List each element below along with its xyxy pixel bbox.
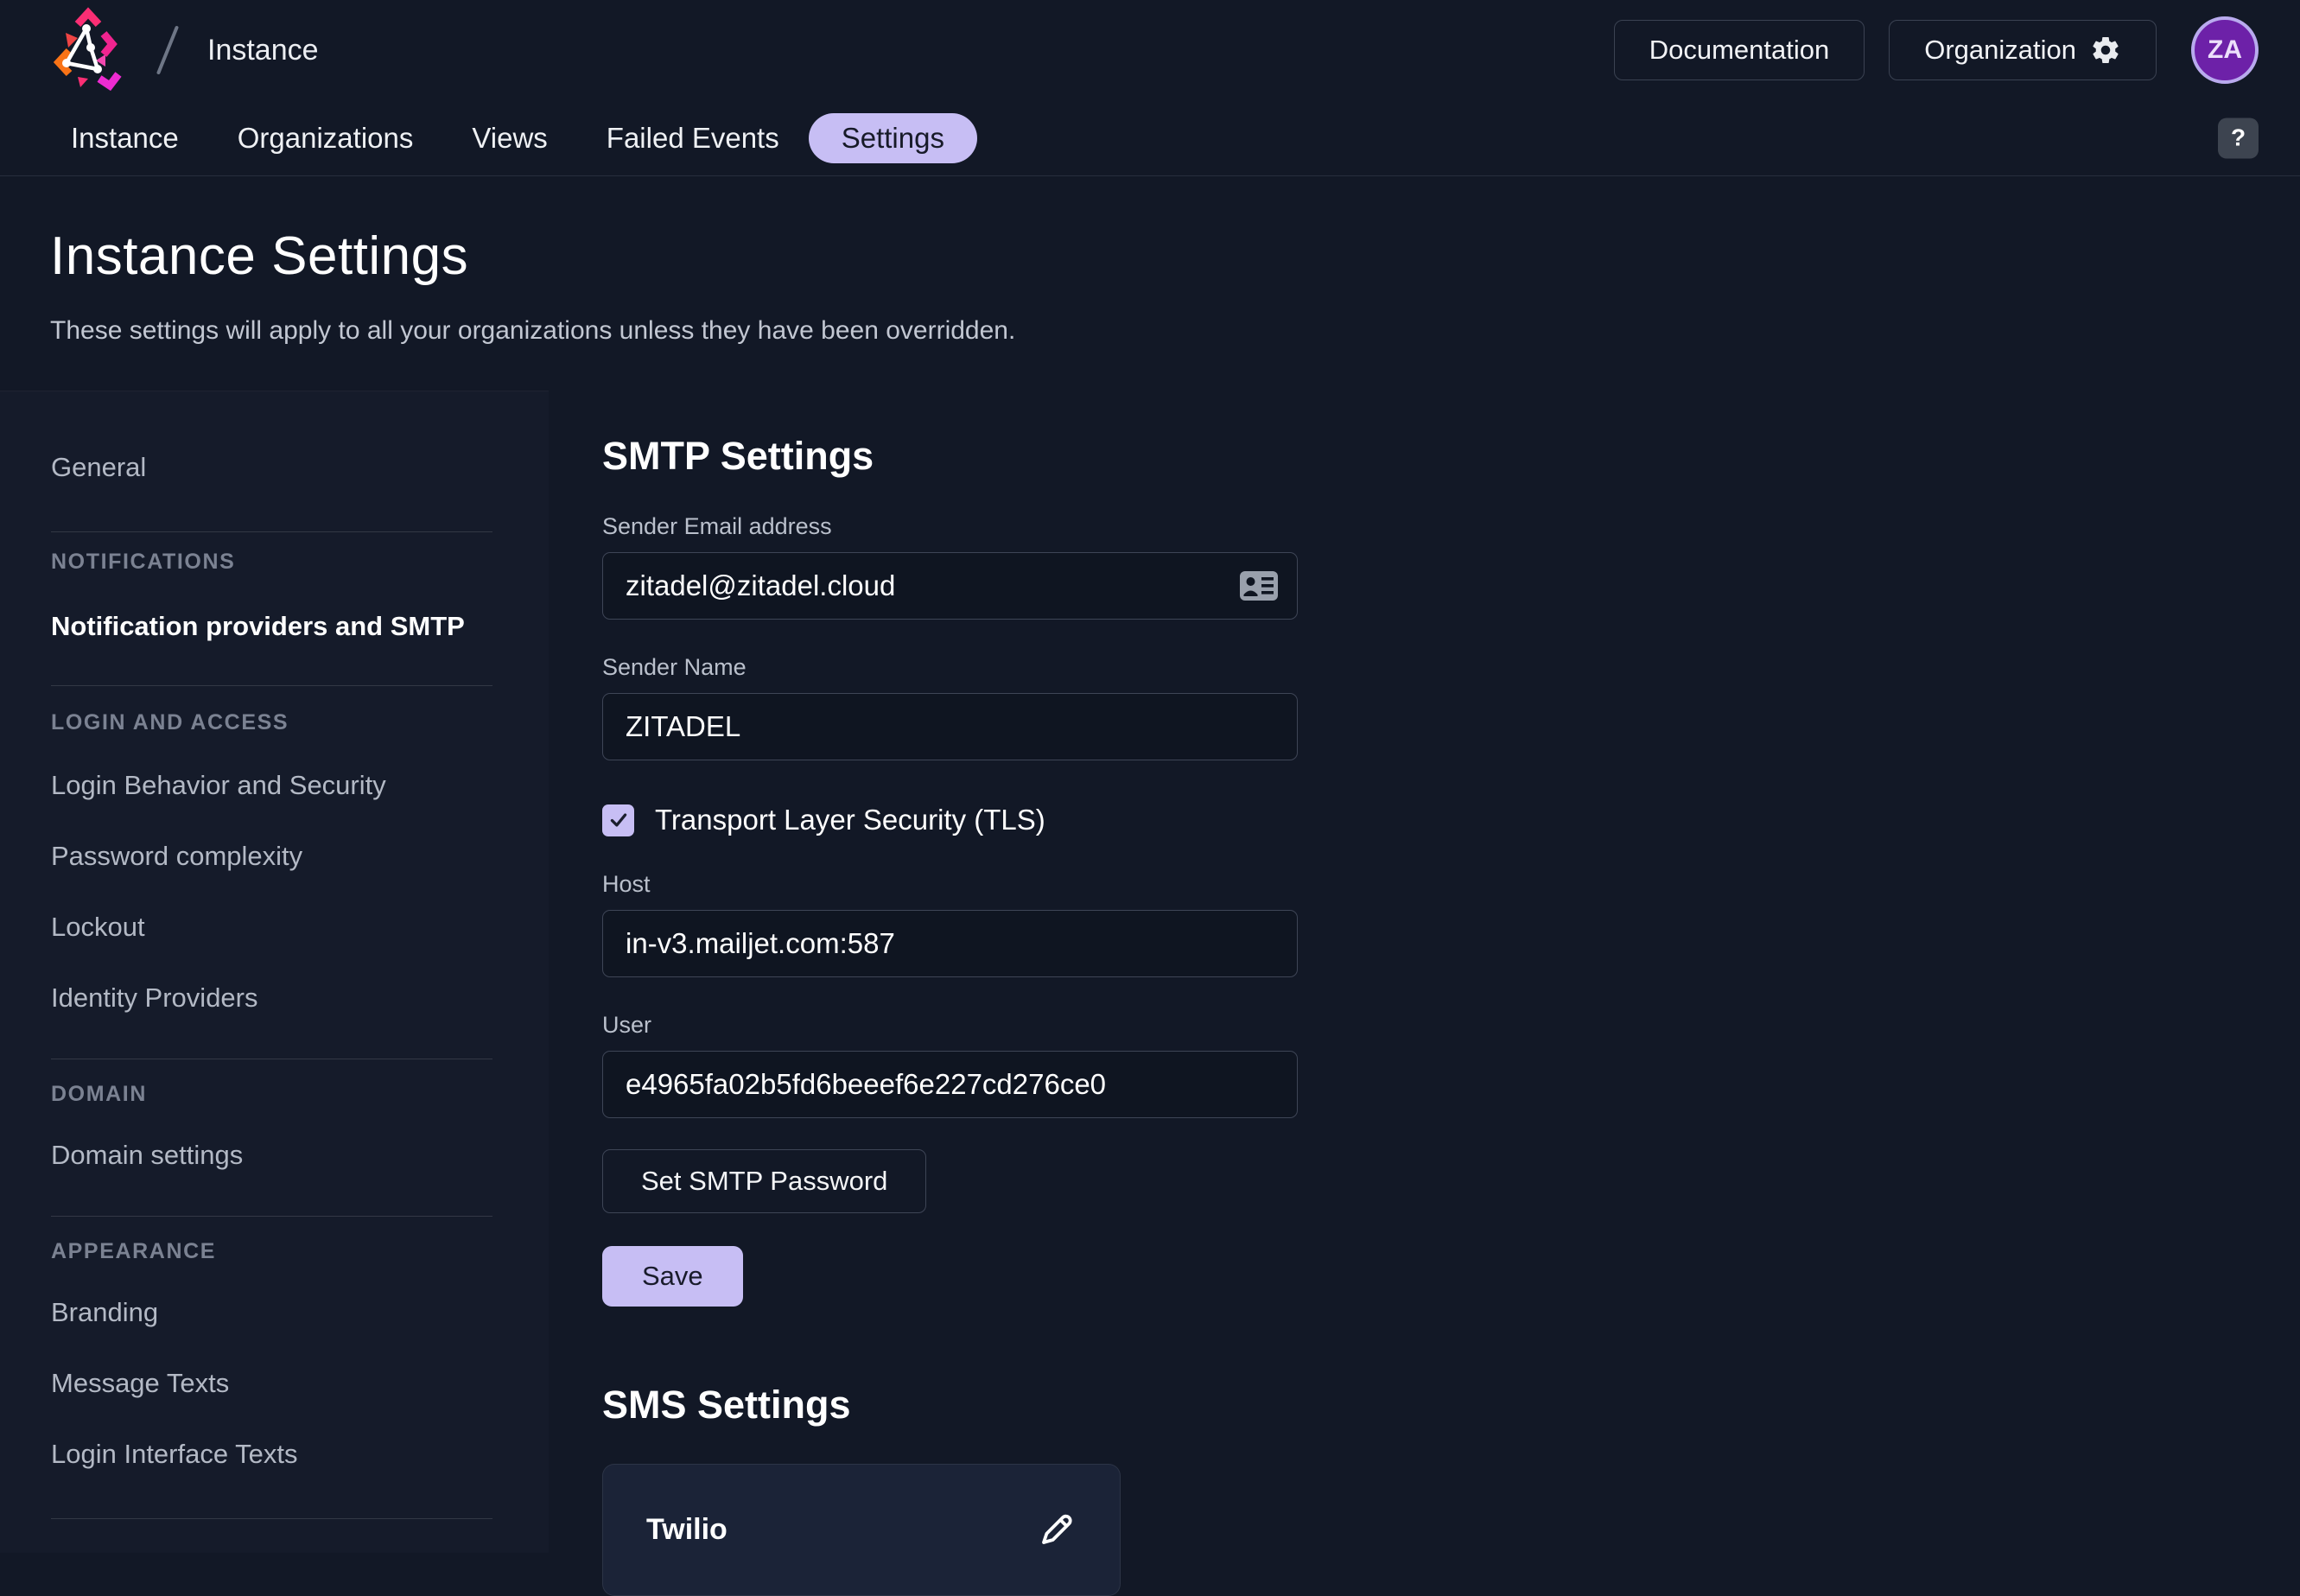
host-input[interactable] (602, 910, 1298, 977)
sidebar-item-login-behavior[interactable]: Login Behavior and Security (0, 770, 549, 801)
tab-settings[interactable]: Settings (809, 113, 977, 163)
contact-card-icon (1239, 569, 1279, 603)
sms-provider-card-twilio[interactable]: Twilio (602, 1464, 1121, 1596)
documentation-button[interactable]: Documentation (1614, 20, 1865, 80)
sender-email-label: Sender Email address (602, 513, 1298, 540)
tls-checkbox-row[interactable]: Transport Layer Security (TLS) (602, 804, 1298, 836)
sidebar-group-login-and-access: LOGIN AND ACCESS (0, 710, 549, 735)
user-label: User (602, 1012, 1298, 1039)
smtp-settings-title: SMTP Settings (602, 434, 2300, 479)
checkmark-icon (607, 809, 630, 831)
sidebar-item-message-texts[interactable]: Message Texts (0, 1368, 549, 1399)
sidebar-group-domain: DOMAIN (0, 1082, 549, 1107)
avatar-initials: ZA (2208, 35, 2242, 65)
breadcrumb-slash-icon (156, 25, 179, 74)
sidebar-item-notification-providers-smtp[interactable]: Notification providers and SMTP (0, 611, 549, 642)
tab-organizations[interactable]: Organizations (208, 113, 443, 163)
documentation-label: Documentation (1649, 35, 1830, 66)
user-input[interactable] (602, 1051, 1298, 1118)
sidebar-divider (51, 1518, 492, 1519)
provider-name: Twilio (646, 1513, 727, 1547)
sidebar-item-general[interactable]: General (0, 452, 549, 483)
sidebar-item-branding[interactable]: Branding (0, 1297, 549, 1328)
sidebar-item-domain-settings[interactable]: Domain settings (0, 1140, 549, 1171)
settings-sidenav: General NOTIFICATIONS Notification provi… (0, 391, 549, 1553)
page-title: Instance Settings (50, 225, 2250, 289)
save-button[interactable]: Save (602, 1246, 743, 1307)
edit-pencil-icon[interactable] (1035, 1510, 1077, 1551)
tls-checkbox[interactable] (602, 804, 634, 836)
sidebar-divider (51, 685, 492, 686)
sms-settings-title: SMS Settings (602, 1383, 2300, 1427)
sender-name-label: Sender Name (602, 654, 1298, 681)
sender-email-input[interactable] (602, 552, 1298, 620)
tab-failed-events[interactable]: Failed Events (577, 113, 809, 163)
tab-instance[interactable]: Instance (41, 113, 208, 163)
breadcrumb[interactable]: Instance (207, 34, 319, 67)
sidebar-group-notifications: NOTIFICATIONS (0, 550, 549, 575)
smtp-form: Sender Email address Sender Name (602, 513, 1298, 1307)
page-subtitle: These settings will apply to all your or… (50, 315, 2250, 347)
host-label: Host (602, 871, 1298, 898)
gear-icon (2090, 35, 2121, 66)
help-button[interactable]: ? (2218, 118, 2259, 158)
sender-name-input[interactable] (602, 693, 1298, 760)
tab-bar: Instance Organizations Views Failed Even… (0, 100, 2300, 176)
set-smtp-password-button[interactable]: Set SMTP Password (602, 1149, 926, 1213)
organization-button[interactable]: Organization (1889, 20, 2157, 80)
zitadel-logo-icon[interactable] (41, 7, 131, 93)
sidebar-group-appearance: APPEARANCE (0, 1239, 549, 1264)
tab-views[interactable]: Views (442, 113, 576, 163)
sidebar-divider (51, 1216, 492, 1217)
sidebar-item-lockout[interactable]: Lockout (0, 912, 549, 943)
sidebar-item-identity-providers[interactable]: Identity Providers (0, 982, 549, 1014)
content: General NOTIFICATIONS Notification provi… (0, 391, 2300, 1553)
sidebar-item-login-interface-texts[interactable]: Login Interface Texts (0, 1439, 549, 1470)
organization-label: Organization (1924, 35, 2076, 66)
sidebar-divider (51, 531, 492, 532)
tls-label: Transport Layer Security (TLS) (655, 804, 1045, 836)
page-head: Instance Settings These settings will ap… (0, 225, 2300, 347)
main-panel: SMTP Settings Sender Email address Sende… (549, 391, 2300, 1553)
sidebar-item-password-complexity[interactable]: Password complexity (0, 841, 549, 872)
avatar[interactable]: ZA (2191, 16, 2259, 84)
top-bar: Instance Documentation Organization ZA (0, 0, 2300, 100)
